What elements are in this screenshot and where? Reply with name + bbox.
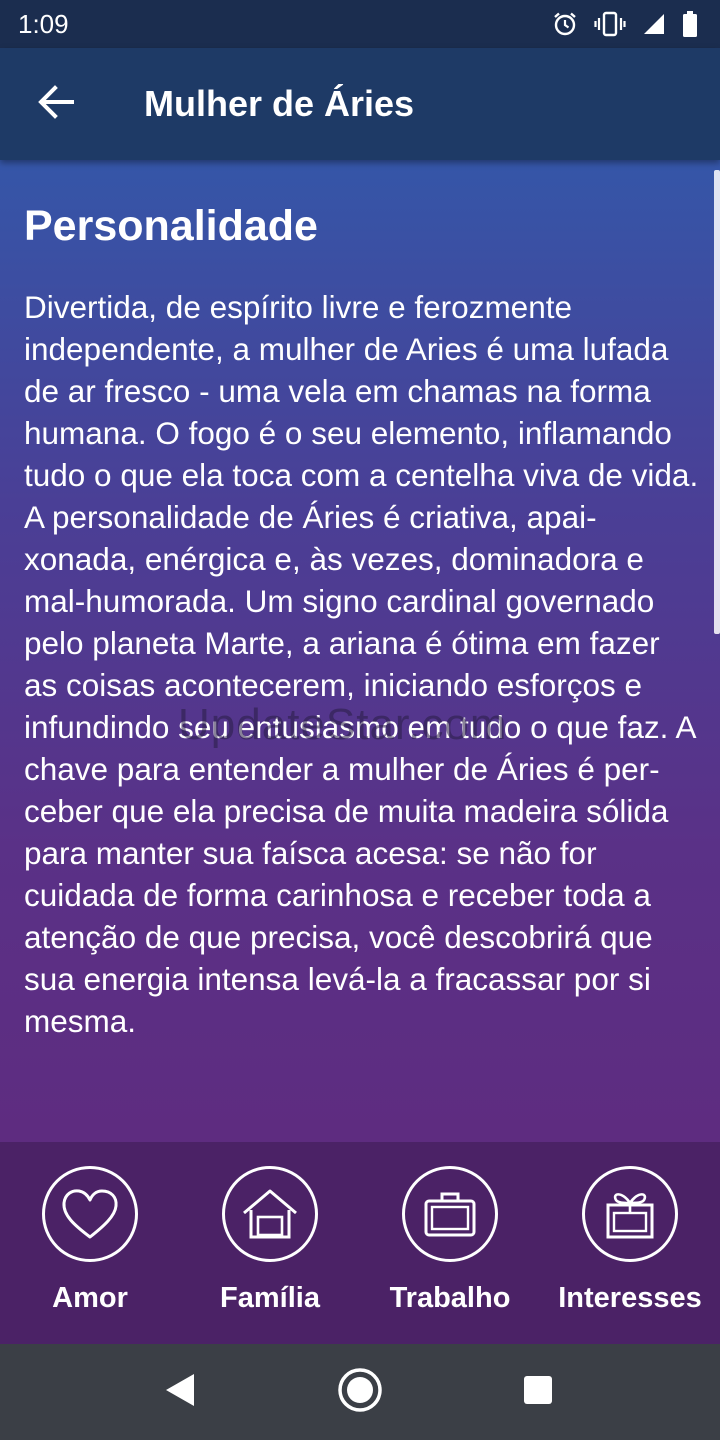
menu-item-familia[interactable]: Família (180, 1142, 360, 1344)
battery-icon (682, 11, 698, 37)
menu-label: Família (220, 1282, 320, 1314)
signal-icon (642, 12, 666, 36)
scrollbar[interactable] (714, 170, 720, 634)
recents-square-icon (523, 1375, 553, 1410)
back-button[interactable] (0, 48, 112, 160)
status-time: 1:09 (18, 8, 69, 39)
section-heading: Personalidade (24, 202, 318, 250)
briefcase-icon (402, 1166, 498, 1262)
description-text: Divertida, de espírito livre e ferozment… (24, 286, 700, 1042)
content-scroll-area[interactable]: Personalidade Divertida, de espírito liv… (0, 160, 720, 1142)
menu-item-interesses[interactable]: Interesses (540, 1142, 720, 1344)
heart-icon (42, 1166, 138, 1262)
app-bar: Mulher de Áries (0, 48, 720, 160)
navigation-bar (0, 1344, 720, 1440)
menu-item-amor[interactable]: Amor (0, 1142, 180, 1344)
paragraph-2: A personalidade de Áries é criativa, apa… (24, 499, 695, 1039)
status-bar: 1:09 (0, 0, 720, 48)
bottom-menu: Amor Família Trabalho Interesses (0, 1142, 720, 1344)
status-icons (552, 11, 698, 37)
house-icon (222, 1166, 318, 1262)
back-triangle-icon (164, 1373, 196, 1412)
arrow-left-icon (37, 84, 75, 124)
menu-label: Interesses (558, 1282, 702, 1314)
menu-label: Trabalho (389, 1282, 511, 1314)
menu-label: Amor (52, 1282, 128, 1314)
gift-icon (582, 1166, 678, 1262)
vibrate-icon (594, 11, 626, 37)
nav-home-button[interactable] (336, 1367, 384, 1418)
page-title: Mulher de Áries (144, 83, 415, 124)
nav-recents-button[interactable] (514, 1368, 562, 1416)
home-circle-icon (337, 1367, 383, 1418)
paragraph-1: Divertida, de espírito livre e ferozment… (24, 289, 699, 493)
menu-item-trabalho[interactable]: Trabalho (360, 1142, 540, 1344)
alarm-icon (552, 11, 578, 37)
nav-back-button[interactable] (156, 1368, 204, 1416)
